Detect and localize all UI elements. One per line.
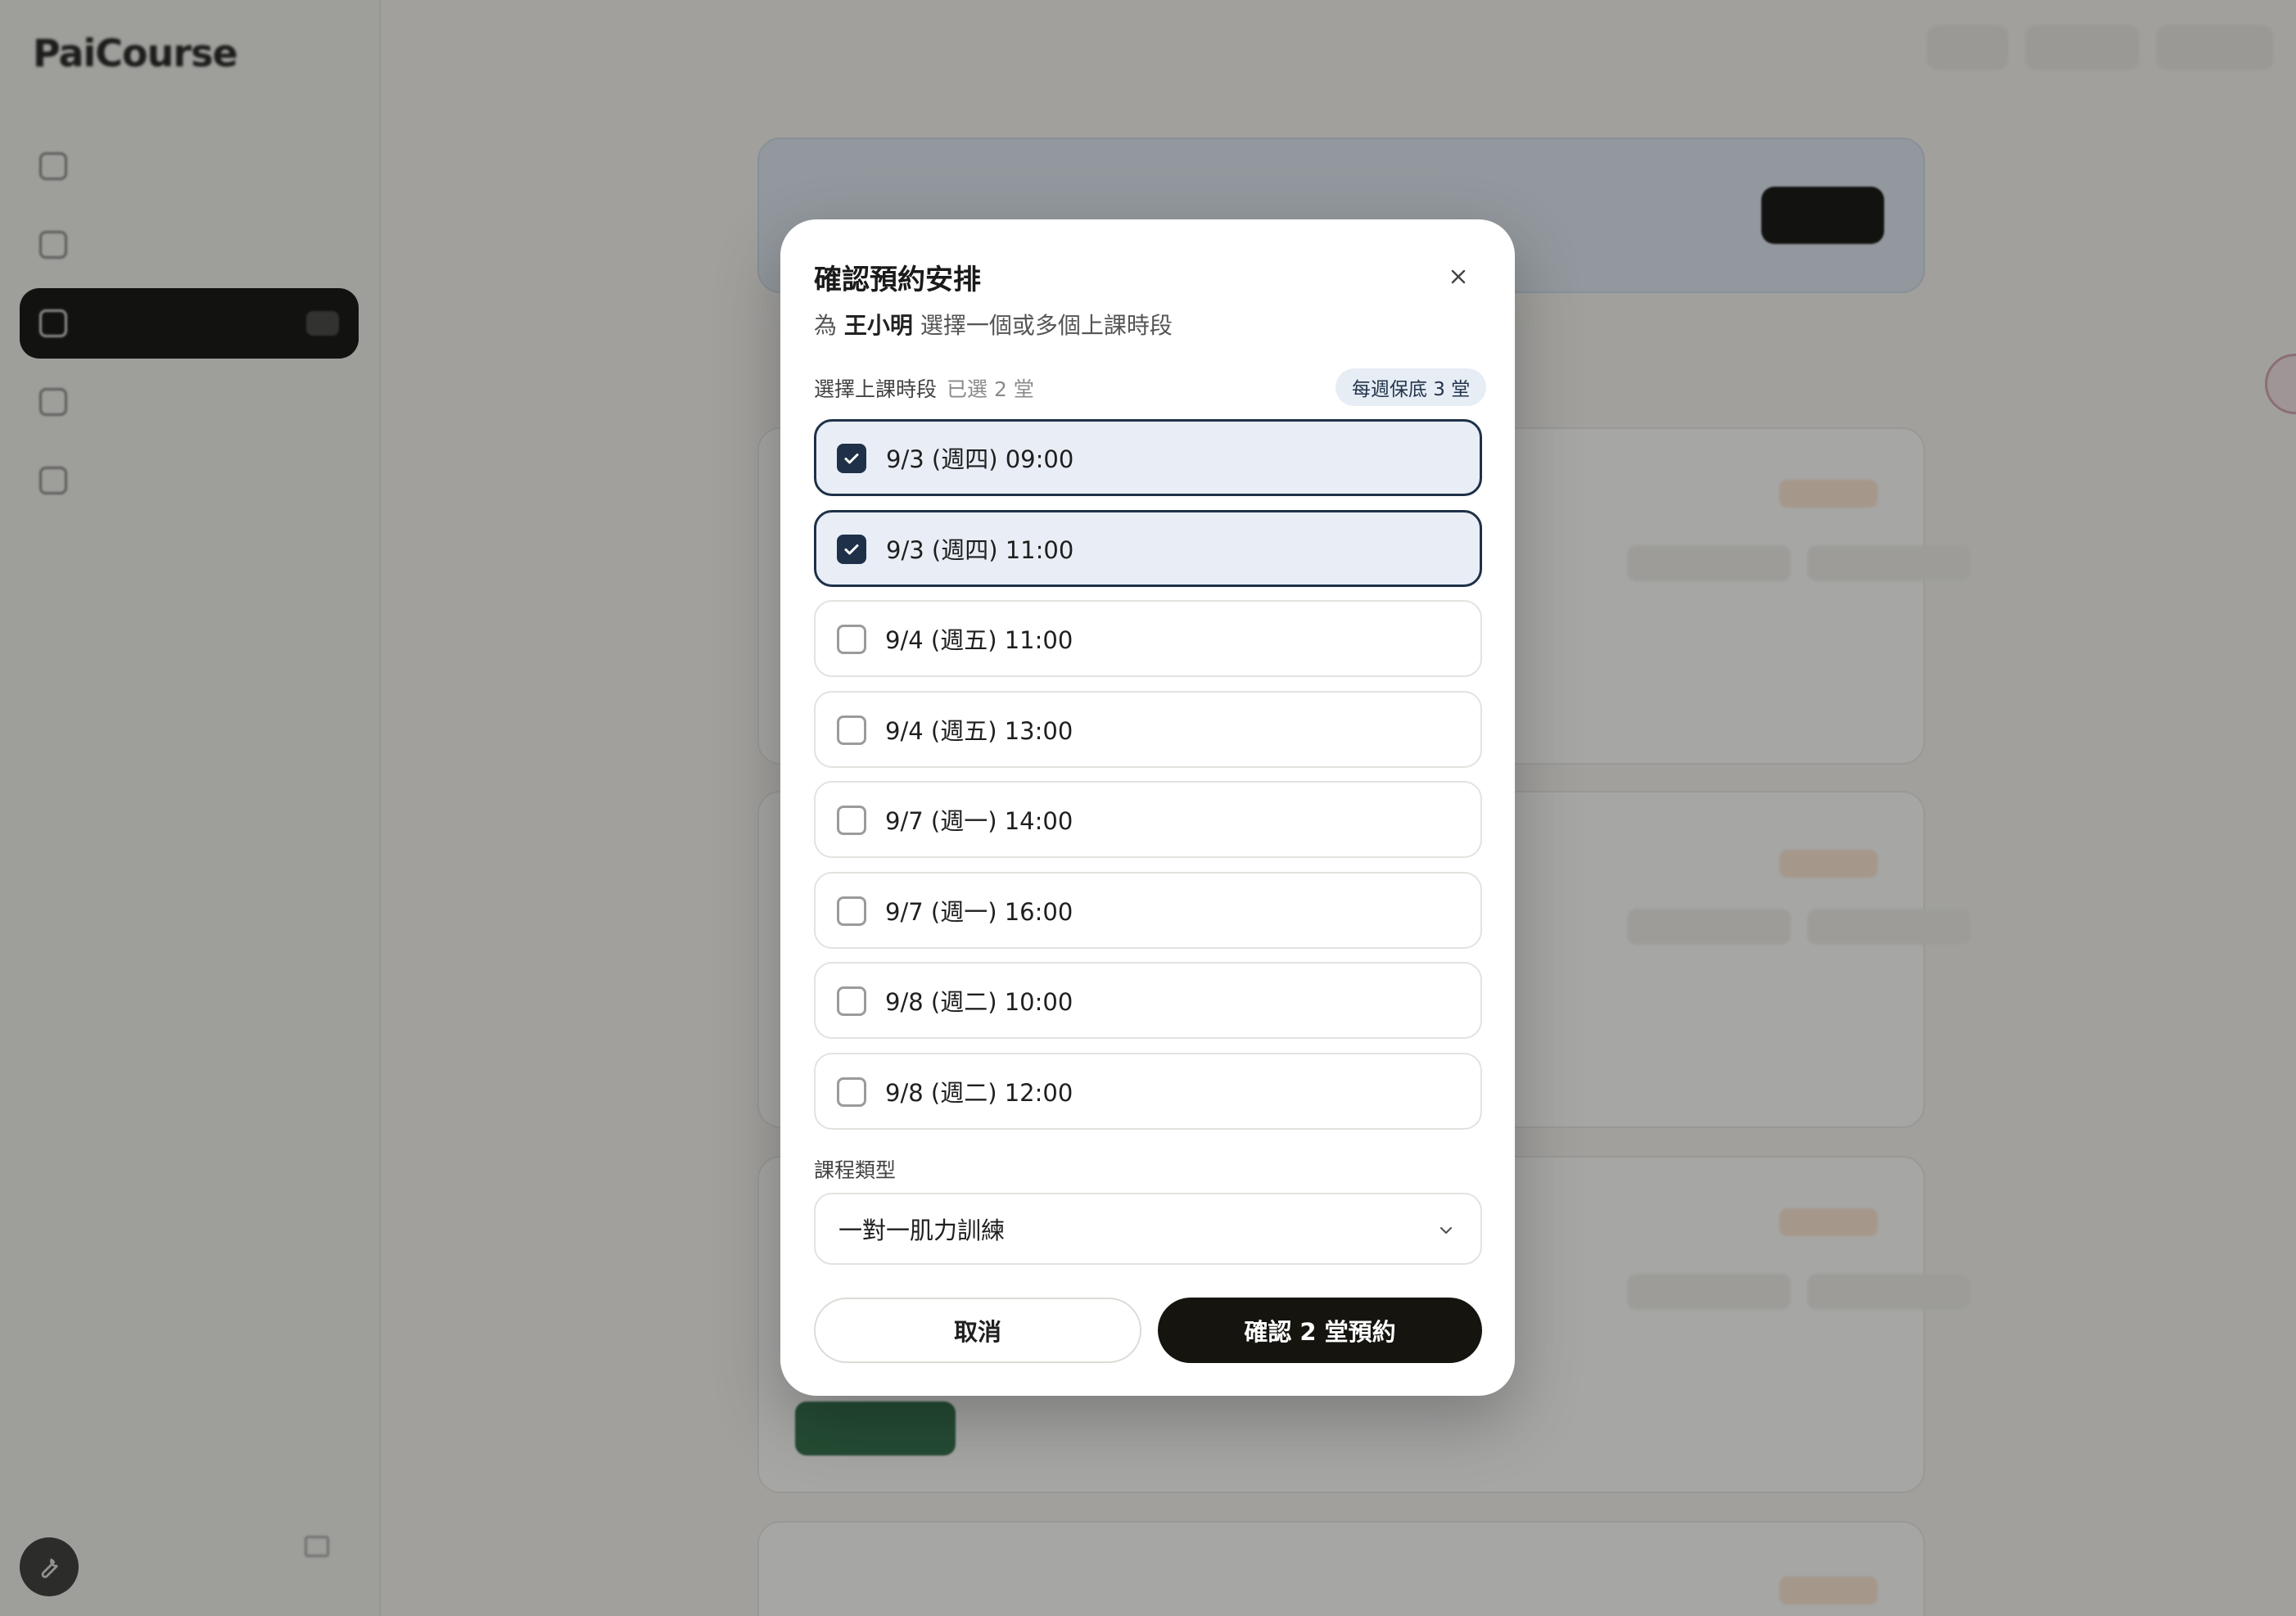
time-slot-label: 9/7 (週一) 14:00 (885, 807, 1073, 835)
course-type-select[interactable]: 一對一肌力訓練 (814, 1193, 1482, 1265)
time-slot-option[interactable]: 9/4 (週五) 11:00 (814, 600, 1482, 677)
checkbox[interactable] (837, 986, 866, 1016)
time-slot-label: 9/8 (週二) 10:00 (885, 988, 1073, 1016)
time-slot-option[interactable]: 9/7 (週一) 14:00 (814, 781, 1482, 858)
checkbox[interactable] (837, 625, 866, 654)
time-slot-option[interactable]: 9/3 (週四) 09:00 (814, 419, 1482, 496)
time-slot-option[interactable]: 9/7 (週一) 16:00 (814, 871, 1482, 949)
checkbox[interactable] (837, 1077, 866, 1107)
chevron-down-icon (1440, 1226, 1453, 1235)
course-type-value: 一對一肌力訓練 (838, 1217, 1006, 1244)
booking-confirm-dialog: 確認預約安排 為 王小明 選擇一個或多個上課時段 選擇上課時段 已選 2 堂 每週… (780, 219, 1515, 1396)
check-icon (844, 544, 859, 554)
checkbox[interactable] (837, 806, 866, 835)
course-type-label: 課程類型 (814, 1158, 897, 1182)
time-slot-option[interactable]: 9/8 (週二) 12:00 (814, 1052, 1482, 1130)
checkbox[interactable] (837, 715, 866, 745)
time-slot-label: 9/3 (週四) 11:00 (886, 535, 1074, 564)
checkbox[interactable] (837, 896, 866, 926)
time-slot-option[interactable]: 9/3 (週四) 11:00 (814, 509, 1482, 587)
confirm-booking-button[interactable]: 確認 2 堂預約 (1158, 1298, 1482, 1363)
dialog-title: 確認預約安排 (814, 264, 981, 296)
time-slot-label: 9/4 (週五) 13:00 (885, 716, 1073, 745)
time-slot-option[interactable]: 9/8 (週二) 10:00 (814, 962, 1482, 1039)
close-icon (1451, 269, 1466, 284)
time-slot-label: 9/8 (週二) 12:00 (885, 1078, 1073, 1107)
checkbox[interactable] (837, 444, 866, 473)
time-slot-label: 9/3 (週四) 09:00 (886, 445, 1074, 473)
close-button[interactable] (1440, 259, 1476, 295)
time-slot-label: 9/4 (週五) 11:00 (885, 626, 1073, 654)
weekly-minimum-badge: 每週保底 3 堂 (1336, 368, 1487, 406)
checkbox[interactable] (837, 534, 866, 564)
check-icon (844, 454, 859, 464)
student-name: 王小明 (843, 312, 913, 339)
time-slot-label: 9/7 (週一) 16:00 (885, 897, 1073, 926)
time-slot-option[interactable]: 9/4 (週五) 13:00 (814, 690, 1482, 768)
selected-count: 已選 2 堂 (947, 377, 1034, 401)
slots-section-label: 選擇上課時段 已選 2 堂 (814, 377, 1034, 401)
cancel-button[interactable]: 取消 (814, 1298, 1141, 1363)
dialog-subtitle: 為 王小明 選擇一個或多個上課時段 (814, 312, 1173, 339)
